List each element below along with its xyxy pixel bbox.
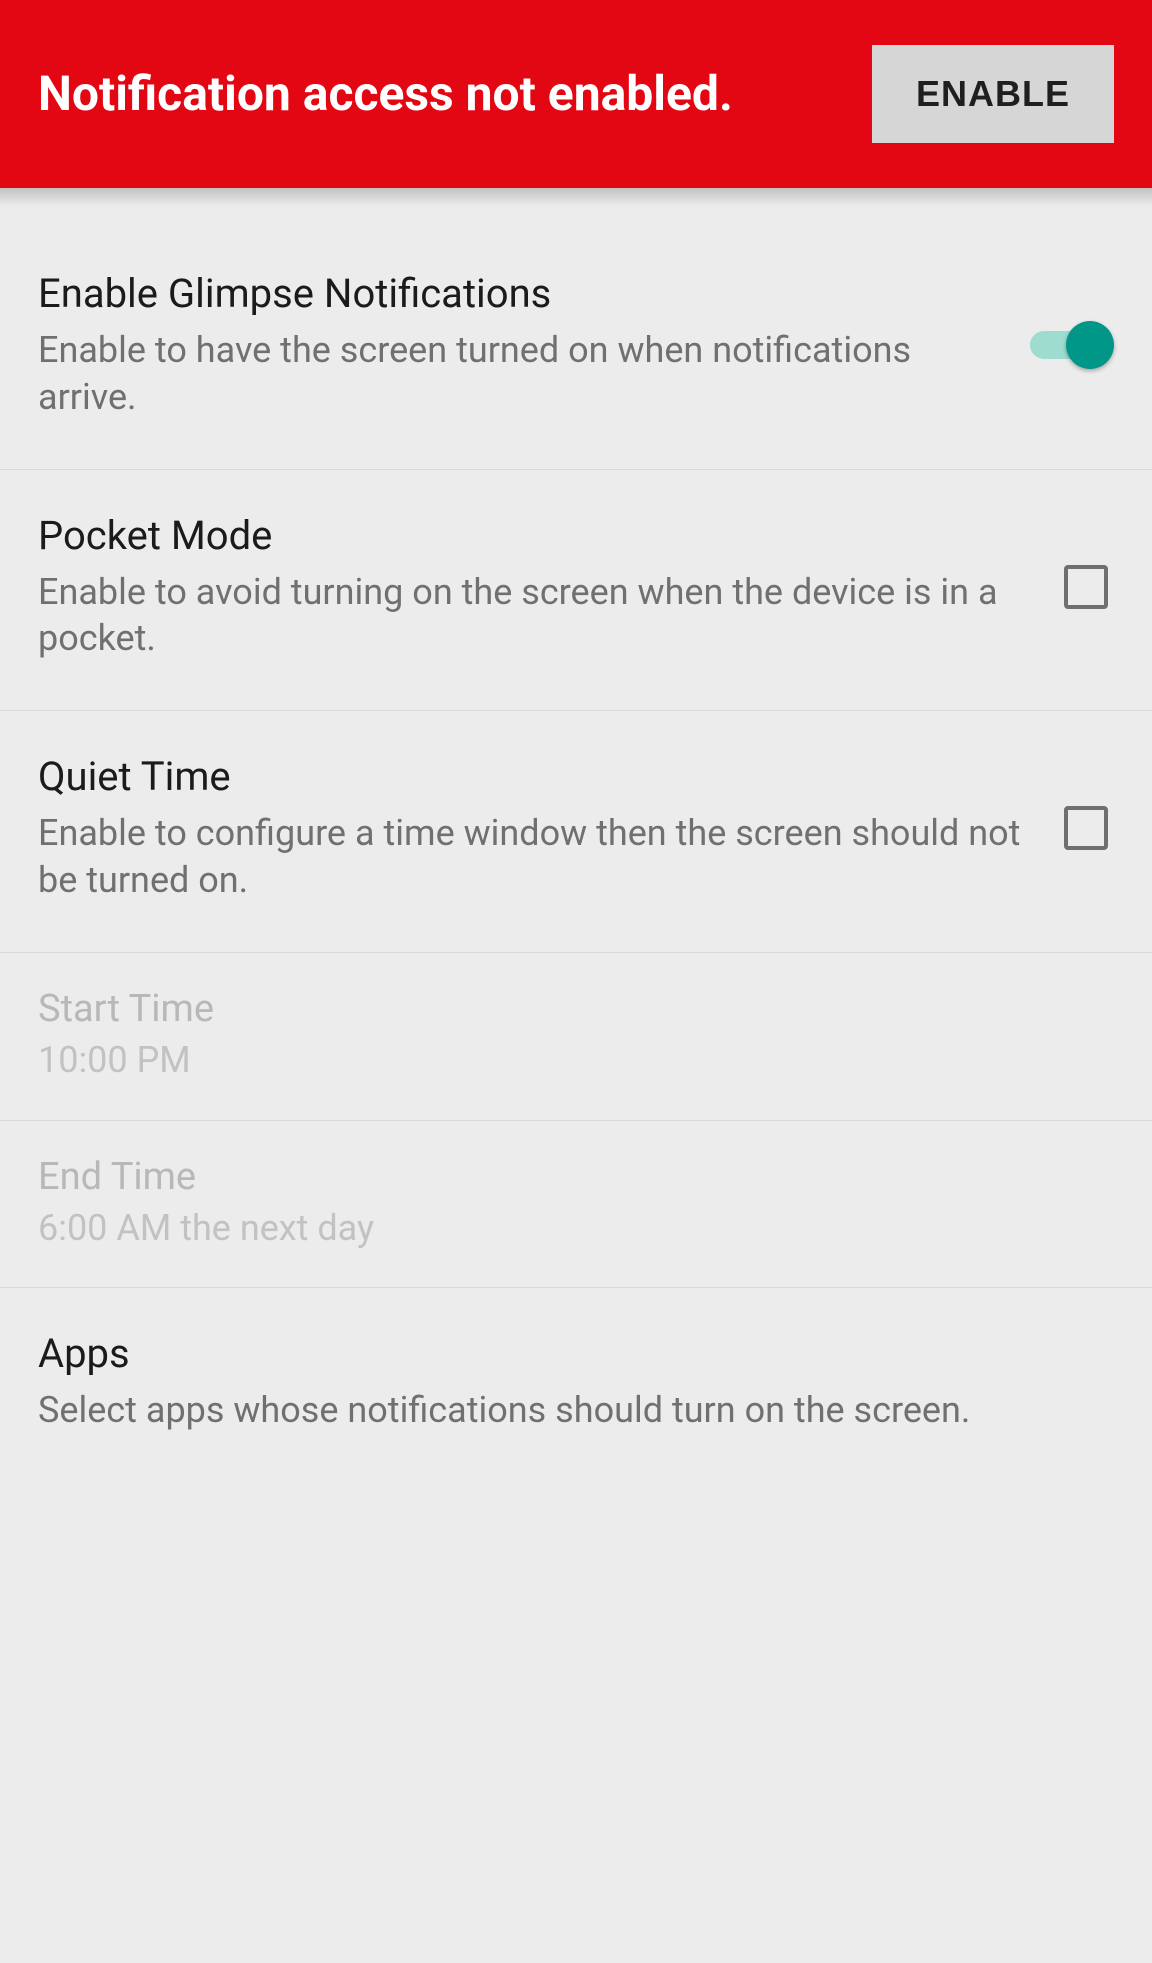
pocket-mode-checkbox[interactable] (1064, 565, 1108, 609)
setting-text: Quiet Time Enable to configure a time wi… (38, 753, 1064, 904)
glimpse-switch[interactable] (1030, 319, 1114, 371)
notification-access-banner: Notification access not enabled. ENABLE (0, 0, 1152, 188)
setting-title: Start Time (38, 987, 1090, 1031)
switch-thumb (1066, 321, 1114, 369)
banner-shadow (0, 188, 1152, 206)
setting-end-time: End Time 6:00 AM the next day (0, 1121, 1152, 1289)
setting-text: Apps Select apps whose notifications sho… (38, 1330, 1114, 1434)
setting-apps[interactable]: Apps Select apps whose notifications sho… (0, 1288, 1152, 1482)
setting-title: Quiet Time (38, 753, 1040, 800)
setting-text: Pocket Mode Enable to avoid turning on t… (38, 512, 1064, 663)
setting-text: Enable Glimpse Notifications Enable to h… (38, 270, 1030, 421)
setting-description: Enable to have the screen turned on when… (38, 327, 1006, 421)
setting-title: End Time (38, 1155, 1090, 1199)
setting-glimpse-notifications[interactable]: Enable Glimpse Notifications Enable to h… (0, 228, 1152, 470)
setting-value: 10:00 PM (38, 1037, 1090, 1084)
setting-text: End Time 6:00 AM the next day (38, 1155, 1114, 1252)
banner-message: Notification access not enabled. (38, 66, 872, 121)
setting-quiet-time[interactable]: Quiet Time Enable to configure a time wi… (0, 711, 1152, 953)
setting-description: Enable to avoid turning on the screen wh… (38, 569, 1040, 663)
quiet-time-checkbox[interactable] (1064, 806, 1108, 850)
enable-button[interactable]: ENABLE (872, 45, 1114, 143)
setting-title: Apps (38, 1330, 1090, 1377)
setting-title: Enable Glimpse Notifications (38, 270, 1006, 317)
setting-pocket-mode[interactable]: Pocket Mode Enable to avoid turning on t… (0, 470, 1152, 712)
setting-value: 6:00 AM the next day (38, 1205, 1090, 1252)
setting-start-time: Start Time 10:00 PM (0, 953, 1152, 1121)
setting-description: Enable to configure a time window then t… (38, 810, 1040, 904)
setting-description: Select apps whose notifications should t… (38, 1387, 1090, 1434)
setting-text: Start Time 10:00 PM (38, 987, 1114, 1084)
setting-title: Pocket Mode (38, 512, 1040, 559)
settings-list: Enable Glimpse Notifications Enable to h… (0, 206, 1152, 1482)
